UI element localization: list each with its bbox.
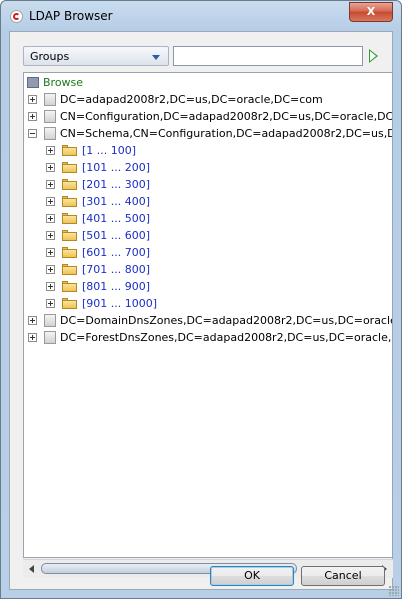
resize-grip-icon[interactable]	[389, 586, 399, 596]
expand-icon[interactable]	[28, 95, 37, 104]
app-icon	[10, 10, 23, 23]
range-label: [101 ... 200]	[82, 161, 151, 174]
folder-icon	[62, 213, 77, 224]
tree-node-label: CN=Configuration,DC=adapad2008r2,DC=us,D…	[60, 110, 393, 123]
cancel-button[interactable]: Cancel	[301, 566, 385, 586]
range-label: [801 ... 900]	[82, 280, 151, 293]
range-label: [401 ... 500]	[82, 212, 151, 225]
chevron-down-icon	[152, 55, 160, 60]
entry-icon	[44, 93, 56, 106]
folder-icon	[62, 196, 77, 207]
tree-root-browse[interactable]: Browse	[24, 74, 392, 91]
tree-node[interactable]: CN=Schema,CN=Configuration,DC=adapad2008…	[24, 125, 392, 142]
search-type-dropdown[interactable]: Groups	[23, 46, 169, 66]
tree-node[interactable]: DC=DomainDnsZones,DC=adapad2008r2,DC=us,…	[24, 312, 392, 329]
range-label: [601 ... 700]	[82, 246, 151, 259]
folder-icon	[62, 298, 77, 309]
expand-icon[interactable]	[46, 163, 55, 172]
range-label: [501 ... 600]	[82, 229, 151, 242]
search-input[interactable]	[173, 46, 363, 66]
title-bar[interactable]: LDAP Browser X	[1, 1, 401, 31]
expand-icon[interactable]	[46, 282, 55, 291]
tree-child-range[interactable]: [101 ... 200]	[24, 159, 392, 176]
window-title: LDAP Browser	[29, 9, 113, 23]
tree-node[interactable]: DC=ForestDnsZones,DC=adapad2008r2,DC=us,…	[24, 329, 392, 346]
ldap-browser-dialog: LDAP Browser X Groups Browse DC=adapad20…	[0, 0, 402, 599]
expand-icon[interactable]	[46, 265, 55, 274]
expand-icon[interactable]	[46, 197, 55, 206]
close-button[interactable]: X	[349, 2, 393, 22]
tree-child-range[interactable]: [501 ... 600]	[24, 227, 392, 244]
expand-icon[interactable]	[46, 231, 55, 240]
tree-child-range[interactable]: [901 ... 1000]	[24, 295, 392, 312]
expand-icon[interactable]	[46, 214, 55, 223]
ldap-tree[interactable]: Browse DC=adapad2008r2,DC=us,DC=oracle,D…	[23, 72, 393, 558]
range-label: [1 ... 100]	[82, 144, 137, 157]
expand-icon[interactable]	[28, 112, 37, 121]
range-label: [301 ... 400]	[82, 195, 151, 208]
tree-node-label: DC=ForestDnsZones,DC=adapad2008r2,DC=us,…	[60, 331, 392, 344]
search-toolbar: Groups	[23, 46, 393, 68]
search-type-value: Groups	[30, 50, 70, 63]
tree-node-label: DC=adapad2008r2,DC=us,DC=oracle,DC=com	[60, 93, 323, 106]
expand-icon[interactable]	[28, 333, 37, 342]
tree-child-range[interactable]: [201 ... 300]	[24, 176, 392, 193]
folder-icon	[62, 230, 77, 241]
folder-icon	[62, 162, 77, 173]
expand-icon[interactable]	[28, 316, 37, 325]
entry-icon	[44, 331, 56, 344]
tree-node[interactable]: CN=Configuration,DC=adapad2008r2,DC=us,D…	[24, 108, 392, 125]
ok-button[interactable]: OK	[210, 566, 294, 586]
entry-icon	[44, 314, 56, 327]
range-label: [701 ... 800]	[82, 263, 151, 276]
folder-icon	[62, 179, 77, 190]
tree-node-label: CN=Schema,CN=Configuration,DC=adapad2008…	[60, 127, 392, 140]
folder-icon	[62, 281, 77, 292]
browse-icon	[27, 77, 39, 88]
expand-icon[interactable]	[46, 248, 55, 257]
folder-icon	[62, 145, 77, 156]
entry-icon	[44, 127, 56, 140]
tree-node[interactable]: DC=adapad2008r2,DC=us,DC=oracle,DC=com	[24, 91, 392, 108]
folder-icon	[62, 264, 77, 275]
browse-label: Browse	[43, 76, 84, 89]
tree-child-range[interactable]: [801 ... 900]	[24, 278, 392, 295]
range-label: [201 ... 300]	[82, 178, 151, 191]
entry-icon	[44, 110, 56, 123]
expand-icon[interactable]	[46, 146, 55, 155]
scroll-left-icon[interactable]	[29, 565, 34, 573]
tree-child-range[interactable]: [701 ... 800]	[24, 261, 392, 278]
tree-child-range[interactable]: [401 ... 500]	[24, 210, 392, 227]
tree-child-range[interactable]: [1 ... 100]	[24, 142, 392, 159]
play-icon[interactable]	[369, 49, 378, 63]
folder-icon	[62, 247, 77, 258]
tree-child-range[interactable]: [601 ... 700]	[24, 244, 392, 261]
dialog-body: Groups Browse DC=adapad2008r2,DC=us,DC=o…	[9, 31, 393, 590]
range-label: [901 ... 1000]	[82, 297, 158, 310]
expand-icon[interactable]	[46, 180, 55, 189]
tree-node-label: DC=DomainDnsZones,DC=adapad2008r2,DC=us,…	[60, 314, 393, 327]
tree-child-range[interactable]: [301 ... 400]	[24, 193, 392, 210]
collapse-icon[interactable]	[28, 129, 37, 138]
expand-icon[interactable]	[46, 299, 55, 308]
